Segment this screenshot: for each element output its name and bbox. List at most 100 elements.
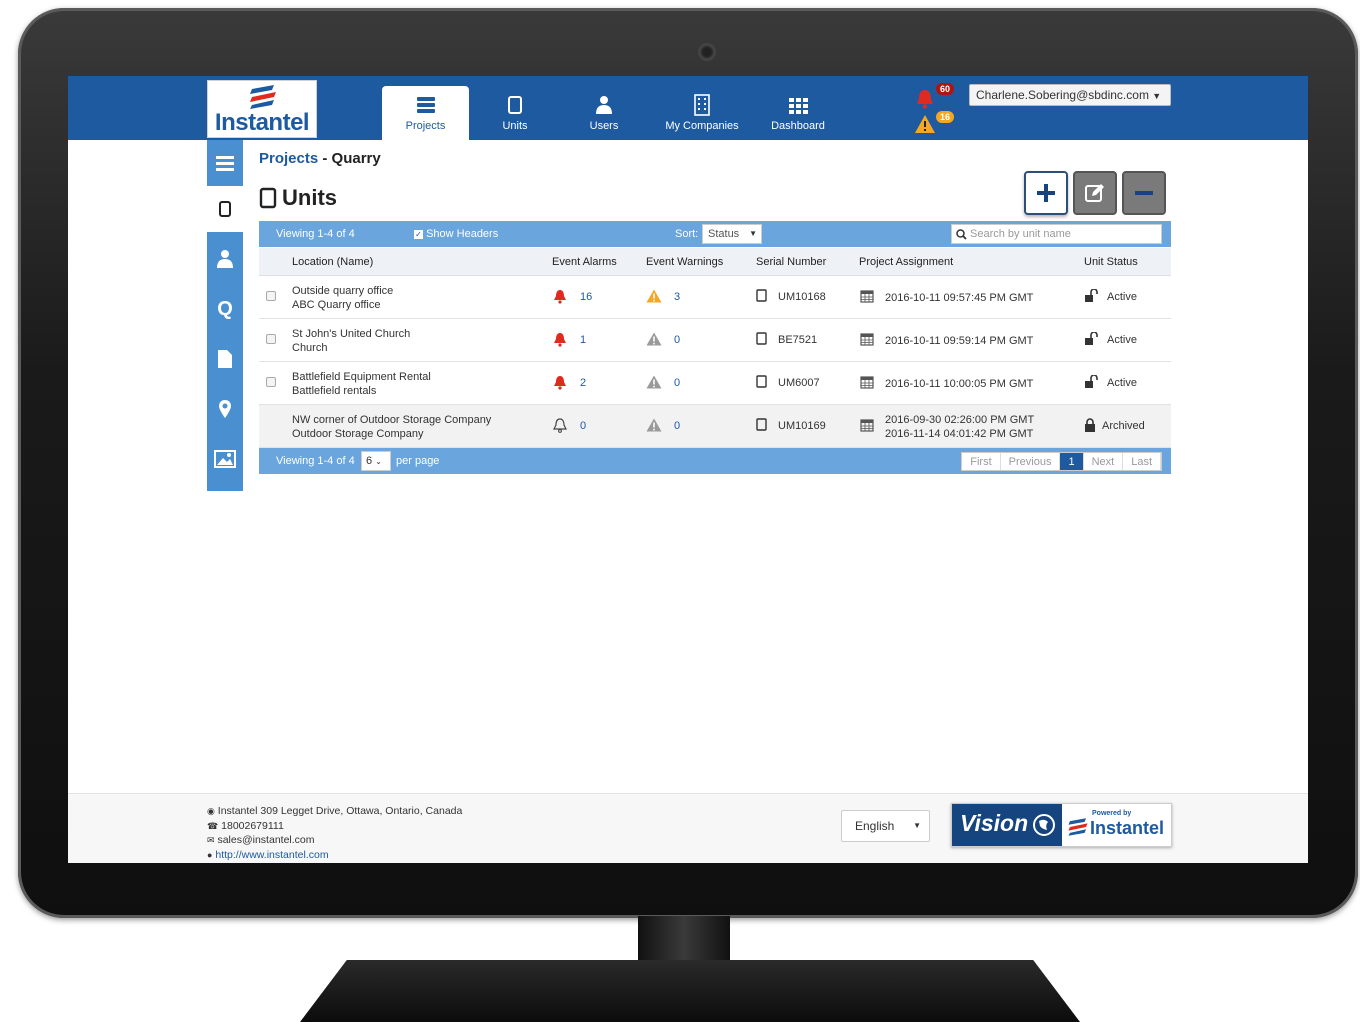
row-checkbox[interactable] <box>266 334 276 344</box>
grid-icon <box>789 98 808 114</box>
breadcrumb-link-projects[interactable]: Projects <box>259 150 318 167</box>
location-text: St John's United Church <box>292 328 411 340</box>
email-text[interactable]: sales@instantel.com <box>217 834 314 846</box>
rail-item-users[interactable] <box>207 236 243 282</box>
language-select[interactable]: English ▼ <box>841 810 930 842</box>
image-icon <box>214 450 236 468</box>
side-rail: Q <box>207 140 243 491</box>
row-location: St John's United Church Church <box>292 327 410 355</box>
add-unit-button[interactable] <box>1024 171 1068 215</box>
alarm-count[interactable]: 16 <box>580 291 592 303</box>
pager-previous-button[interactable]: Previous <box>1001 453 1061 470</box>
chevron-down-icon: ⌄ <box>375 457 382 466</box>
building-icon <box>694 94 710 116</box>
address-text: Instantel 309 Legget Drive, Ottawa, Onta… <box>217 805 463 817</box>
warning-count[interactable]: 0 <box>674 420 680 432</box>
phone-icon: ☎ <box>207 820 219 831</box>
row-checkbox[interactable] <box>266 377 276 387</box>
per-page-select[interactable]: 6 ⌄ <box>361 451 391 471</box>
assignment-date-start: 2016-09-30 02:26:00 PM GMT <box>885 414 1035 426</box>
row-checkbox[interactable] <box>266 291 276 301</box>
column-header-location[interactable]: Location (Name) <box>292 256 373 268</box>
app-screen: Instantel Projects Units Users My Compan… <box>68 76 1308 863</box>
alarm-count[interactable]: 2 <box>580 377 586 389</box>
rail-item-units[interactable] <box>207 186 243 232</box>
tablet-icon <box>756 375 767 388</box>
table-row[interactable]: Outside quarry office ABC Quarry office … <box>259 276 1171 319</box>
warning-count[interactable]: 3 <box>674 291 680 303</box>
pager-first-button[interactable]: First <box>962 453 1001 470</box>
alarm-count-badge: 60 <box>936 83 955 95</box>
nav-tab-projects[interactable]: Projects <box>382 86 469 140</box>
nav-tab-label: Units <box>502 120 528 132</box>
viewing-count: Viewing 1-4 of 4 <box>276 455 355 467</box>
table-row[interactable]: St John's United Church Church 1 0 BE752… <box>259 319 1171 362</box>
rail-item-query[interactable]: Q <box>207 286 243 332</box>
nav-tab-label: Projects <box>405 120 446 132</box>
warning-triangle-icon[interactable] <box>914 114 936 134</box>
search-icon <box>956 229 967 240</box>
unit-status: Active <box>1107 334 1137 346</box>
table-row[interactable]: Battlefield Equipment Rental Battlefield… <box>259 362 1171 405</box>
per-page-label: per page <box>396 455 440 467</box>
instantel-mark-icon <box>250 85 276 109</box>
warning-triangle-icon <box>646 375 662 389</box>
sort-value: Status <box>708 228 740 240</box>
instantel-mark-icon <box>1068 818 1088 836</box>
vision-wordmark: Vision <box>960 810 1029 836</box>
nav-tab-users[interactable]: Users <box>568 86 640 140</box>
column-header-project-assignment[interactable]: Project Assignment <box>859 256 953 268</box>
alarm-bell-icon[interactable] <box>914 88 936 110</box>
warning-count[interactable]: 0 <box>674 334 680 346</box>
alerts-area: 60 16 <box>914 80 964 136</box>
alarm-count[interactable]: 1 <box>580 334 586 346</box>
location-text: NW corner of Outdoor Storage Company <box>292 414 492 426</box>
table-row[interactable]: NW corner of Outdoor Storage Company Out… <box>259 405 1171 448</box>
project-assignment: 2016-10-11 09:57:45 PM GMT <box>885 291 1033 305</box>
show-headers-toggle[interactable]: ✓ Show Headers <box>414 228 498 240</box>
email-line: ✉ sales@instantel.com <box>207 833 462 848</box>
tablet-icon <box>756 332 767 345</box>
powered-by-brand: Instantel <box>1090 818 1165 838</box>
nav-tab-dashboard[interactable]: Dashboard <box>760 86 836 140</box>
remove-unit-button[interactable] <box>1122 171 1166 215</box>
caret-down-icon: ▼ <box>913 821 921 830</box>
calendar-icon <box>860 290 874 303</box>
instantel-logo[interactable]: Instantel <box>207 80 317 138</box>
edit-unit-button[interactable] <box>1073 171 1117 215</box>
webcam-icon <box>700 45 714 59</box>
column-header-unit-status[interactable]: Unit Status <box>1084 256 1138 268</box>
pager-next-button[interactable]: Next <box>1084 453 1124 470</box>
warning-triangle-icon <box>646 418 662 432</box>
nav-tab-label: Dashboard <box>771 120 825 132</box>
pager-page-1-button[interactable]: 1 <box>1060 453 1084 470</box>
column-header-event-alarms[interactable]: Event Alarms <box>552 256 617 268</box>
user-icon <box>596 96 612 114</box>
calendar-icon <box>860 376 874 389</box>
rail-item-images[interactable] <box>207 436 243 482</box>
hamburger-icon <box>216 156 234 171</box>
warning-count[interactable]: 0 <box>674 377 680 389</box>
minus-icon <box>1135 191 1153 195</box>
nav-tab-units[interactable]: Units <box>480 86 550 140</box>
search-input[interactable]: Search by unit name <box>951 224 1162 244</box>
pager-last-button[interactable]: Last <box>1123 453 1161 470</box>
rail-item-documents[interactable] <box>207 336 243 382</box>
menu-toggle-button[interactable] <box>207 140 243 186</box>
alarm-count[interactable]: 0 <box>580 420 586 432</box>
envelope-icon: ✉ <box>207 835 215 845</box>
language-value: English <box>855 819 895 833</box>
vision-powered-by-instantel-logo: Vision Powered by Instantel <box>951 803 1172 847</box>
column-header-serial-number[interactable]: Serial Number <box>756 256 826 268</box>
user-account-dropdown[interactable]: Charlene.Sobering@sbdinc.com ▼ <box>969 84 1171 106</box>
top-navigation-bar: Instantel Projects Units Users My Compan… <box>68 76 1308 140</box>
column-header-event-warnings[interactable]: Event Warnings <box>646 256 723 268</box>
calendar-icon <box>860 333 874 346</box>
sort-select[interactable]: Status ▼ <box>702 224 762 244</box>
table-toolbar: Viewing 1-4 of 4 ✓ Show Headers Sort: St… <box>259 221 1171 247</box>
nav-tab-my-companies[interactable]: My Companies <box>656 86 748 140</box>
location-name: Battlefield rentals <box>292 385 377 397</box>
website-link[interactable]: http://www.instantel.com <box>215 849 328 861</box>
server-icon <box>416 97 435 113</box>
rail-item-locations[interactable] <box>207 386 243 432</box>
